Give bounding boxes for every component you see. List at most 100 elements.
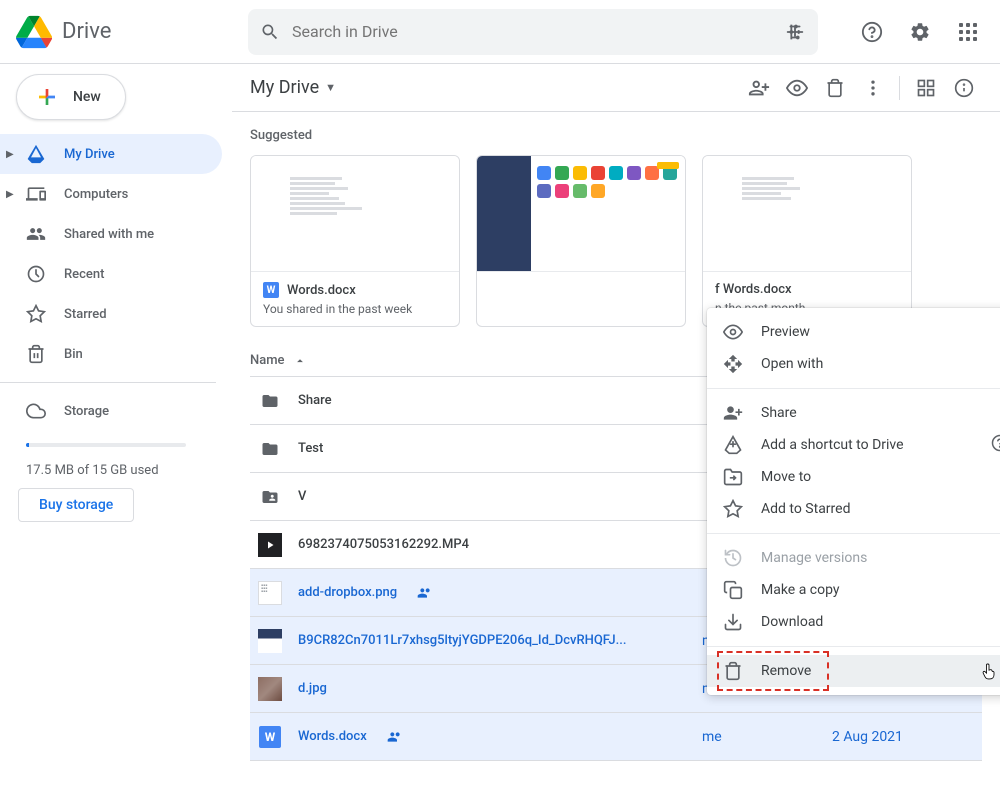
card-thumb <box>477 156 685 272</box>
settings-button[interactable] <box>900 12 940 52</box>
ctx-item-share[interactable]: Share <box>707 397 1000 429</box>
ctx-separator <box>707 646 1000 647</box>
chevron-right-icon: ▶ <box>6 149 14 160</box>
suggested-card[interactable]: WWords.docx You shared in the past week <box>250 155 460 327</box>
card-sub: You shared in the past week <box>263 302 447 316</box>
nav: ▶ My Drive ▶ Computers Shared with me Re… <box>0 134 232 522</box>
file-name: Test <box>298 441 323 456</box>
table-row[interactable]: WWords.docxme2 Aug 2021 <box>250 713 982 761</box>
help-button[interactable] <box>852 12 892 52</box>
sidebar-item-recent[interactable]: Recent <box>0 254 222 294</box>
sidebar: New ▶ My Drive ▶ Computers Shared with m… <box>0 64 232 794</box>
card-thumb <box>251 156 459 272</box>
sidebar-item-computers[interactable]: ▶ Computers <box>0 174 222 214</box>
app-title: Drive <box>62 19 111 44</box>
my-drive-icon <box>26 144 46 164</box>
details-button[interactable] <box>946 70 982 106</box>
share-icon <box>723 403 743 423</box>
chevron-down-icon: ▼ <box>325 81 336 94</box>
recent-icon <box>26 264 46 284</box>
ctx-label: Remove <box>761 663 811 679</box>
file-icon: W <box>258 725 282 749</box>
card-title: f Words.docx <box>715 282 792 297</box>
download-icon <box>723 612 743 632</box>
ctx-label: Preview <box>761 324 810 340</box>
file-icon <box>258 437 282 461</box>
chevron-right-icon: ▶ <box>6 189 14 200</box>
file-modified: 2 Aug 2021 <box>832 729 982 745</box>
file-icon <box>258 677 282 701</box>
ctx-label: Add to Starred <box>761 501 850 517</box>
sidebar-item-shared[interactable]: Shared with me <box>0 214 222 254</box>
nav-label: Storage <box>64 404 109 419</box>
apps-button[interactable] <box>948 12 988 52</box>
card-thumb <box>703 156 911 272</box>
shortcut-icon <box>723 435 743 455</box>
new-button[interactable]: New <box>16 74 126 120</box>
storage-used-text: 17.5 MB of 15 GB used <box>0 455 232 478</box>
sort-up-icon <box>293 354 307 368</box>
drive-logo-icon <box>16 14 52 50</box>
sidebar-item-bin[interactable]: Bin <box>0 334 222 374</box>
file-icon <box>258 389 282 413</box>
context-menu: Preview Open with› Share Add a shortcut to … <box>707 308 1000 695</box>
preview-button[interactable] <box>779 70 815 106</box>
starred-icon <box>26 304 46 324</box>
ctx-item-shortcut[interactable]: Add a shortcut to Drive <box>707 429 1000 461</box>
search-options-icon[interactable] <box>784 21 806 43</box>
bin-icon <box>26 344 46 364</box>
apps-grid-icon <box>959 23 977 41</box>
search-input[interactable] <box>292 22 784 41</box>
suggested-card[interactable]: f Words.docx n the past month <box>702 155 912 327</box>
breadcrumb[interactable]: My Drive ▼ <box>250 77 336 98</box>
search-icon <box>260 22 280 42</box>
ctx-label: Download <box>761 614 823 630</box>
cursor-hand-icon <box>979 661 999 681</box>
share-button[interactable] <box>741 70 777 106</box>
ctx-separator <box>707 388 1000 389</box>
card-title: Words.docx <box>287 283 356 298</box>
sidebar-item-starred[interactable]: Starred <box>0 294 222 334</box>
more-button[interactable] <box>855 70 891 106</box>
preview-icon <box>723 322 743 342</box>
ctx-item-openwith[interactable]: Open with› <box>707 348 1000 380</box>
nav-label: Shared with me <box>64 227 154 242</box>
buy-storage-button[interactable]: Buy storage <box>18 488 134 522</box>
ctx-label: Open with <box>761 356 823 372</box>
help-icon[interactable] <box>991 434 1000 456</box>
file-name: 6982374075053162292.MP4 <box>298 537 469 552</box>
ctx-item-download[interactable]: Download <box>707 606 1000 638</box>
computers-icon <box>26 184 46 204</box>
ctx-item-copy[interactable]: Make a copy <box>707 574 1000 606</box>
nav-label: My Drive <box>64 147 115 162</box>
suggested-row: WWords.docx You shared in the past week … <box>250 155 982 327</box>
sidebar-divider <box>0 382 216 383</box>
search-bar[interactable] <box>248 9 818 55</box>
remove-icon <box>723 661 743 681</box>
delete-button[interactable] <box>817 70 853 106</box>
ctx-item-star[interactable]: Add to Starred <box>707 493 1000 525</box>
ctx-item-moveto[interactable]: Move to <box>707 461 1000 493</box>
file-name: V <box>298 489 306 504</box>
ctx-item-preview[interactable]: Preview <box>707 316 1000 348</box>
sidebar-item-my-drive[interactable]: ▶ My Drive <box>0 134 222 174</box>
plus-icon <box>35 85 59 109</box>
file-name: Share <box>298 393 332 408</box>
ctx-item-remove[interactable]: Remove <box>707 655 1000 687</box>
header-icons <box>852 12 992 52</box>
file-icon: ▪▪▪▪▪▪▪▪▪ <box>258 581 282 605</box>
file-icon <box>258 629 282 653</box>
file-name: add-dropbox.png <box>298 585 397 600</box>
nav-label: Recent <box>64 267 104 282</box>
logo-area[interactable]: Drive <box>8 14 240 50</box>
shared-icon <box>26 224 46 244</box>
grid-view-button[interactable] <box>908 70 944 106</box>
ctx-label: Make a copy <box>761 582 840 598</box>
suggested-card[interactable] <box>476 155 686 327</box>
col-name-header[interactable]: Name <box>250 353 702 368</box>
main: My Drive ▼ Suggested WWords.docx You sha… <box>232 64 1000 794</box>
ctx-label: Manage versions <box>761 550 867 566</box>
sidebar-item-storage[interactable]: Storage <box>0 391 222 431</box>
file-icon <box>258 533 282 557</box>
ctx-label: Share <box>761 405 797 421</box>
